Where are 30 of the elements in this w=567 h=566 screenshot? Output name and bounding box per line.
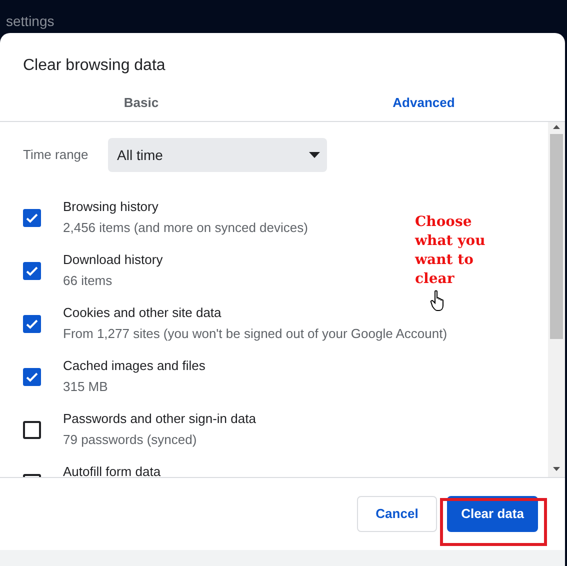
scroll-up-arrow-icon[interactable] [553, 125, 560, 129]
tab[interactable]: Basic [0, 85, 282, 121]
checkbox[interactable] [23, 262, 41, 280]
checkbox[interactable] [23, 315, 41, 333]
item-title: Download history [63, 252, 163, 267]
tab[interactable]: Advanced [282, 85, 565, 121]
time-range-label: Time range [23, 146, 90, 164]
item-detail: 2,456 items (and more on synced devices) [63, 220, 308, 235]
dialog-title: Clear browsing data [23, 57, 166, 74]
annotation-text: Choose what you want to clear [415, 213, 486, 289]
clear-data-button[interactable]: Clear data [447, 496, 538, 532]
item-title: Passwords and other sign-in data [63, 411, 256, 426]
page-heading: settings [6, 14, 54, 28]
item-detail: From 1,277 sites (you won't be signed out of your Google Account) [63, 326, 448, 341]
checkbox[interactable] [23, 209, 41, 227]
time-range-dropdown[interactable]: All time [108, 138, 327, 172]
scroll-down-arrow-icon[interactable] [553, 467, 560, 471]
scrollbar-thumb[interactable] [550, 134, 563, 339]
checkbox[interactable] [23, 421, 41, 439]
scrollbar[interactable] [548, 122, 565, 477]
item-detail: 66 items [63, 273, 114, 288]
item-title: Autofill form data [63, 464, 161, 477]
item-title: Cookies and other site data [63, 305, 222, 320]
dropdown-caret-icon [309, 152, 320, 158]
item-title: Cached images and files [63, 358, 206, 373]
item-detail: 79 passwords (synced) [63, 432, 198, 447]
item-title: Browsing history [63, 199, 160, 214]
checkbox[interactable] [23, 368, 41, 386]
item-detail: 315 MB [63, 379, 109, 394]
cancel-button[interactable]: Cancel [357, 496, 437, 532]
